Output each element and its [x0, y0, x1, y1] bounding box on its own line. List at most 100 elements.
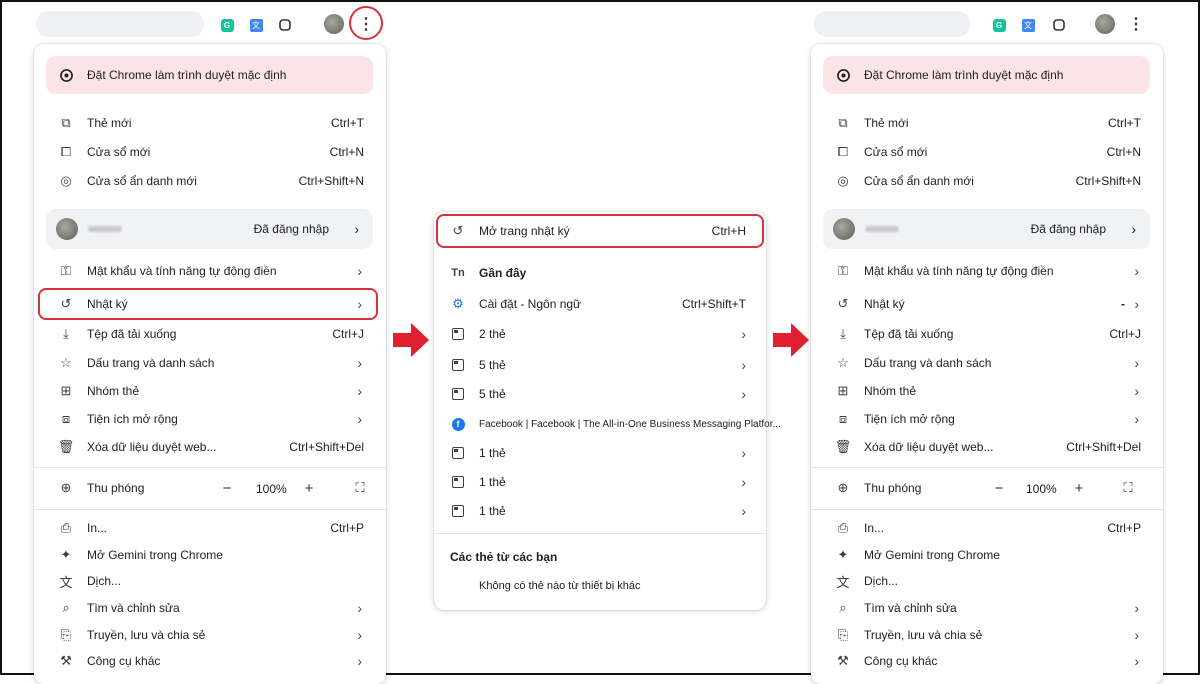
menu-item-extensions[interactable]: ⧈ Tiện ích mở rộng › [34, 405, 386, 433]
menu-item-find-edit[interactable]: ⌕ Tìm và chỉnh sửa › [811, 594, 1163, 622]
chevron-right-icon: › [354, 221, 359, 237]
downloads-shortcut: Ctrl+J [1109, 327, 1141, 341]
extensions-puzzle-icon[interactable] [276, 16, 294, 34]
puzzle-icon: ⧈ [61, 411, 71, 426]
menu-divider [811, 467, 1163, 468]
recent-item-label: 5 thẻ [479, 358, 506, 372]
profile-avatar-icon [56, 218, 78, 240]
incognito-label: Cửa sổ ẩn danh mới [864, 174, 974, 188]
menu-item-gemini[interactable]: ✦ Mở Gemini trong Chrome [34, 541, 386, 569]
find-page-icon: ⌕ [62, 600, 70, 615]
tab-groups-label: Nhóm thẻ [87, 384, 140, 398]
zoom-label: Thu phóng [864, 481, 922, 495]
chevron-right-icon: › [1134, 296, 1139, 312]
vertical-dots-icon-right[interactable]: ⋮ [1126, 14, 1146, 34]
set-default-banner[interactable]: Đặt Chrome làm trình duyệt mặc định [823, 56, 1150, 94]
recent-item[interactable]: 2 thẻ › [434, 320, 766, 348]
menu-item-new-tab[interactable]: ⧉ Thẻ mới Ctrl+T [811, 109, 1163, 137]
grammarly-extension-icon[interactable]: G [218, 16, 236, 34]
menu-item-new-tab[interactable]: ⧉ Thẻ mới Ctrl+T [34, 109, 386, 137]
menu-item-tab-groups[interactable]: ⊞ Nhóm thẻ › [811, 377, 1163, 405]
zoom-out-button[interactable]: − [988, 477, 1010, 499]
new-tab-shortcut: Ctrl+T [331, 116, 364, 130]
zoom-in-button[interactable]: + [1068, 477, 1090, 499]
bookmarks-label: Dấu trang và danh sách [87, 356, 215, 370]
menu-item-passwords[interactable]: ⚿ Mật khẩu và tính năng tự động điền › [34, 257, 386, 285]
toolbox-icon: ⚒ [60, 653, 72, 668]
download-icon: ⤓ [63, 326, 69, 341]
vertical-dots-icon[interactable]: ⋮ [356, 14, 376, 34]
translate-extension-icon[interactable]: 文 [247, 16, 265, 34]
menu-item-translate[interactable]: 文 Dịch... [811, 567, 1163, 595]
clear-data-shortcut: Ctrl+Shift+Del [1066, 440, 1141, 454]
menu-item-cast-save[interactable]: ⎘ Truyền, lưu và chia sẻ › [811, 621, 1163, 649]
menu-item-translate[interactable]: 文 Dịch... [34, 567, 386, 595]
zoom-in-button[interactable]: + [298, 477, 320, 499]
address-bar[interactable] [36, 11, 204, 37]
new-window-label: Cửa sổ mới [864, 145, 928, 159]
menu-item-new-window[interactable]: ⧠ Cửa sổ mới Ctrl+N [34, 138, 386, 166]
extensions-label: Tiện ích mở rộng [87, 412, 178, 426]
grammarly-extension-icon-right[interactable]: G [990, 16, 1008, 34]
chevron-right-icon: › [357, 383, 362, 399]
zoom-label: Thu phóng [87, 481, 145, 495]
menu-item-passwords[interactable]: ⚿ Mật khẩu và tính năng tự động điền › [811, 257, 1163, 285]
recent-section-header: Tn Gần đây [434, 259, 766, 287]
recent-item-label: Facebook | Facebook | The All-in-One Bus… [479, 418, 781, 430]
menu-item-bookmarks[interactable]: ☆ Dấu trang và danh sách › [34, 349, 386, 377]
menu-item-gemini[interactable]: ✦ Mở Gemini trong Chrome [811, 541, 1163, 569]
recent-tabs-icon: Tn [451, 267, 465, 279]
recent-item[interactable]: ⚙ Cài đặt - Ngôn ngữ Ctrl+Shift+T [434, 290, 766, 318]
chrome-menu-left: Đặt Chrome làm trình duyệt mặc định ⧉ Thẻ… [34, 44, 386, 684]
menu-item-more-tools[interactable]: ⚒ Công cụ khác › [34, 647, 386, 675]
profile-row[interactable]: Đã đăng nhập › [823, 209, 1150, 249]
red-arrow-right-icon [393, 323, 429, 357]
signed-in-label: Đã đăng nhập [1030, 222, 1106, 236]
menu-item-bookmarks[interactable]: ☆ Dấu trang và danh sách › [811, 349, 1163, 377]
fullscreen-icon[interactable]: ⛶ [349, 477, 371, 499]
translate-extension-icon-right[interactable]: 文 [1019, 16, 1037, 34]
profile-avatar[interactable] [324, 14, 344, 34]
new-window-icon: ⧠ [60, 144, 72, 159]
menu-item-print[interactable]: ⎙ In... Ctrl+P [811, 514, 1163, 542]
downloads-label: Tệp đã tải xuống [87, 327, 177, 341]
recent-item[interactable]: f Facebook | Facebook | The All-in-One Bu… [434, 410, 781, 438]
zoom-out-button[interactable]: − [216, 477, 238, 499]
menu-item-extensions[interactable]: ⧈ Tiện ích mở rộng › [811, 405, 1163, 433]
menu-item-history[interactable]: ↺ Nhật ký - › [811, 290, 1163, 318]
chevron-right-icon: › [741, 503, 746, 519]
chevron-right-icon: › [357, 653, 362, 669]
menu-item-cast-save[interactable]: ⎘ Truyền, lưu và chia sẻ › [34, 621, 386, 649]
chevron-right-icon: › [741, 326, 746, 342]
extensions-label: Tiện ích mở rộng [864, 412, 955, 426]
recent-item[interactable]: 1 thẻ › [434, 468, 766, 496]
menu-item-clear-data[interactable]: 🗑 Xóa dữ liệu duyệt web... Ctrl+Shift+Del [811, 433, 1163, 461]
open-history-shortcut: Ctrl+H [711, 224, 746, 238]
incognito-shortcut: Ctrl+Shift+N [1075, 174, 1141, 188]
menu-item-print[interactable]: ⎙ In... Ctrl+P [34, 514, 386, 542]
recent-item[interactable]: 5 thẻ › [434, 351, 766, 379]
menu-item-new-window[interactable]: ⧠ Cửa sổ mới Ctrl+N [811, 138, 1163, 166]
menu-item-open-history[interactable]: ↺ Mở trang nhật ký Ctrl+H [434, 217, 766, 245]
recent-item[interactable]: 5 thẻ › [434, 380, 766, 408]
menu-item-downloads[interactable]: ⤓ Tệp đã tải xuống Ctrl+J [811, 320, 1163, 348]
menu-item-clear-data[interactable]: 🗑 Xóa dữ liệu duyệt web... Ctrl+Shift+Del [34, 433, 386, 461]
set-default-banner[interactable]: Đặt Chrome làm trình duyệt mặc định [46, 56, 373, 94]
recent-item[interactable]: 1 thẻ › [434, 439, 766, 467]
menu-item-find-edit[interactable]: ⌕ Tìm và chỉnh sửa › [34, 594, 386, 622]
profile-row[interactable]: Đã đăng nhập › [46, 209, 373, 249]
menu-item-more-tools[interactable]: ⚒ Công cụ khác › [811, 647, 1163, 675]
tab-group-icon [450, 503, 466, 519]
menu-item-incognito[interactable]: ◎ Cửa sổ ẩn danh mới Ctrl+Shift+N [34, 167, 386, 195]
menu-item-downloads[interactable]: ⤓ Tệp đã tải xuống Ctrl+J [34, 320, 386, 348]
recent-item[interactable]: 1 thẻ › [434, 497, 766, 525]
menu-item-incognito[interactable]: ◎ Cửa sổ ẩn danh mới Ctrl+Shift+N [811, 167, 1163, 195]
find-page-icon: ⌕ [839, 600, 847, 615]
address-bar-right[interactable] [814, 11, 970, 37]
menu-item-tab-groups[interactable]: ⊞ Nhóm thẻ › [34, 377, 386, 405]
fullscreen-icon[interactable]: ⛶ [1117, 477, 1139, 499]
history-submenu: ↺ Mở trang nhật ký Ctrl+H Tn Gần đây ⚙ Cài đ… [434, 212, 781, 610]
incognito-icon: ◎ [837, 173, 849, 188]
profile-avatar-right[interactable] [1095, 14, 1115, 34]
extensions-puzzle-icon-right[interactable] [1050, 16, 1068, 34]
